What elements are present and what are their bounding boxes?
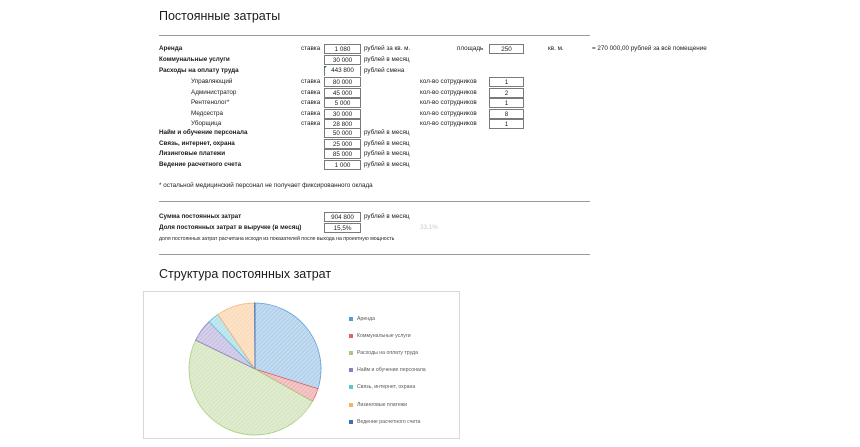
staff-rate-label: ставка (301, 89, 321, 96)
sum-label: Сумма постоянных затрат (159, 213, 242, 220)
leasing-unit: рублей в месяц (364, 150, 410, 157)
payroll-label: Расходы на оплату труда (159, 67, 239, 74)
legend-item[interactable]: Расходы на оплату труда (349, 350, 418, 357)
page-title: Постоянные затраты (159, 9, 281, 23)
staff-role: Рентгенолог* (191, 99, 230, 106)
chart-area[interactable]: Аренда Коммунальные услуги Расходы на опла… (143, 291, 460, 439)
staff-count-input[interactable]: 2 (489, 88, 524, 98)
title-divider (159, 35, 590, 36)
payroll-unit: рублей смена (364, 67, 405, 74)
staff-count-input[interactable]: 8 (489, 109, 524, 119)
comms-label: Связь, интернет, охрана (159, 140, 235, 147)
staff-role: Администратор (191, 89, 237, 96)
staff-rate-input[interactable]: 30 000 (324, 109, 361, 119)
account-unit: рублей в месяц (364, 161, 410, 168)
pie-chart (188, 302, 322, 436)
legend-item[interactable]: Аренда (349, 316, 375, 323)
staff-role: Управляющий (191, 78, 233, 85)
staff-count-label: кол-во сотрудников (420, 78, 477, 85)
legend-label: Лизинговые платежи (357, 402, 408, 408)
summary-divider-bottom (159, 254, 590, 255)
comms-row: Связь, интернет, охрана 25 000 рублей в … (0, 139, 860, 150)
legend-swatch (349, 333, 353, 338)
legend-label: Расходы на оплату труда (357, 350, 418, 356)
area-unit: кв. м. (548, 45, 564, 52)
staff-row: Администратор ставка 45 000 кол-во сотру… (0, 88, 860, 99)
utilities-input[interactable]: 30 000 (324, 55, 361, 65)
staff-count-label: кол-во сотрудников (420, 99, 477, 106)
rent-rate-input[interactable]: 1 080 (324, 44, 361, 54)
payroll-value-cell[interactable]: 443 800 (324, 66, 361, 76)
staff-count-input[interactable]: 1 (489, 98, 524, 108)
rent-total-text: = 270 000,00 рублей за всё помещение (592, 45, 707, 52)
legend-label: Связь, интернет, охрана (357, 384, 416, 390)
account-row: Ведение расчетного счета 1 000 рублей в … (0, 160, 860, 171)
legend-item[interactable]: Коммунальные услуги (349, 333, 411, 340)
legend-swatch (349, 350, 353, 355)
hiring-input[interactable]: 50 000 (324, 128, 361, 138)
legend-swatch (349, 384, 353, 389)
utilities-unit: рублей в месяц (364, 56, 410, 63)
hiring-label: Найм и обучение персонала (159, 129, 248, 136)
staff-rate-input[interactable]: 80 000 (324, 77, 361, 87)
legend-label: Аренда (357, 316, 376, 322)
legend-swatch (349, 316, 353, 321)
legend-item[interactable]: Ведение расчетного счета (349, 419, 420, 426)
area-label: площадь (457, 45, 484, 52)
account-label: Ведение расчетного счета (159, 161, 242, 168)
rent-row: Аренда ставка 1 080 рублей за кв. м. пло… (0, 44, 860, 55)
hiring-row: Найм и обучение персонала 50 000 рублей … (0, 128, 860, 139)
payroll-row: Расходы на оплату труда 443 800 рублей с… (0, 66, 860, 77)
legend-label: Найм и обучение персонала (357, 367, 426, 373)
staff-row: Медсестра ставка 30 000 кол-во сотрудник… (0, 109, 860, 120)
staff-count-label: кол-во сотрудников (420, 110, 477, 117)
area-input[interactable]: 250 (489, 44, 524, 54)
share-value-cell[interactable]: 15,5% (324, 223, 361, 233)
footnote: * остальной медицинский персонал не полу… (159, 182, 373, 189)
sum-value-cell[interactable]: 904 800 (324, 212, 361, 222)
staff-count-input[interactable]: 1 (489, 77, 524, 87)
chart-title: Структура постоянных затрат (159, 267, 332, 281)
legend-swatch (349, 367, 353, 372)
account-input[interactable]: 1 000 (324, 160, 361, 170)
staff-rate-label: ставка (301, 78, 321, 85)
leasing-row: Лизинговые платежи 85 000 рублей в месяц (0, 149, 860, 160)
share-faint-value: 33,1% (420, 224, 438, 231)
cell-comment-marker (324, 66, 327, 69)
summary-divider-top (159, 201, 590, 202)
staff-role: Медсестра (191, 110, 224, 117)
utilities-row: Коммунальные услуги 30 000 рублей в меся… (0, 55, 860, 66)
rent-unit: рублей за кв. м. (364, 45, 411, 52)
leasing-label: Лизинговые платежи (159, 150, 226, 157)
legend-item[interactable]: Связь, интернет, охрана (349, 384, 415, 391)
hiring-unit: рублей в месяц (364, 129, 410, 136)
share-label: Доля постоянных затрат в выручке (в меся… (159, 224, 302, 231)
share-row: Доля постоянных затрат в выручке (в меся… (0, 223, 860, 234)
comms-input[interactable]: 25 000 (324, 139, 361, 149)
rent-label: Аренда (159, 45, 183, 52)
sum-row: Сумма постоянных затрат 904 800 рублей в… (0, 212, 860, 223)
share-note: доля постоянных затрат расчитана исходя … (159, 236, 395, 242)
staff-row: Рентгенолог* ставка 5 000 кол-во сотрудн… (0, 98, 860, 109)
staff-count-label: кол-во сотрудников (420, 89, 477, 96)
comms-unit: рублей в месяц (364, 140, 410, 147)
sum-unit: рублей в месяц (364, 213, 410, 220)
legend-item[interactable]: Найм и обучение персонала (349, 367, 426, 374)
legend-label: Ведение расчетного счета (357, 419, 421, 425)
rent-rate-label: ставка (301, 45, 321, 52)
staff-row: Управляющий ставка 80 000 кол-во сотрудн… (0, 77, 860, 88)
staff-rate-label: ставка (301, 110, 321, 117)
legend-swatch (349, 402, 353, 407)
staff-rate-input[interactable]: 45 000 (324, 88, 361, 98)
leasing-input[interactable]: 85 000 (324, 149, 361, 159)
staff-rate-input[interactable]: 5 000 (324, 98, 361, 108)
staff-rate-label: ставка (301, 99, 321, 106)
utilities-label: Коммунальные услуги (159, 56, 230, 63)
legend-item[interactable]: Лизинговые платежи (349, 402, 407, 409)
legend-swatch (349, 419, 353, 424)
legend-label: Коммунальные услуги (357, 333, 411, 339)
